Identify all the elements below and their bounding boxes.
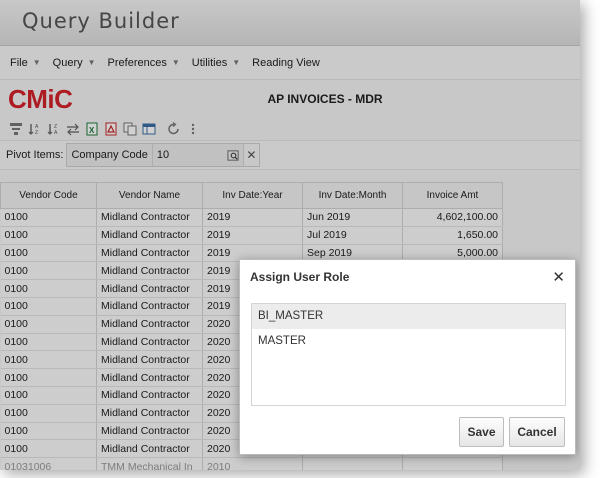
query-builder-window: Query Builder File ▼ Query ▼ Preferences ▼ Uti…: [0, 0, 580, 470]
role-item[interactable]: BI_MASTER: [252, 304, 565, 329]
save-button[interactable]: Save: [459, 417, 504, 447]
cancel-button[interactable]: Cancel: [509, 417, 565, 447]
role-item[interactable]: MASTER: [252, 329, 565, 354]
dialog-title: Assign User Role: [250, 270, 350, 284]
close-icon[interactable]: ✕: [552, 268, 565, 286]
assign-user-role-dialog: Assign User Role ✕ BI_MASTER MASTER Save …: [239, 259, 576, 455]
role-list[interactable]: BI_MASTER MASTER: [251, 303, 566, 406]
